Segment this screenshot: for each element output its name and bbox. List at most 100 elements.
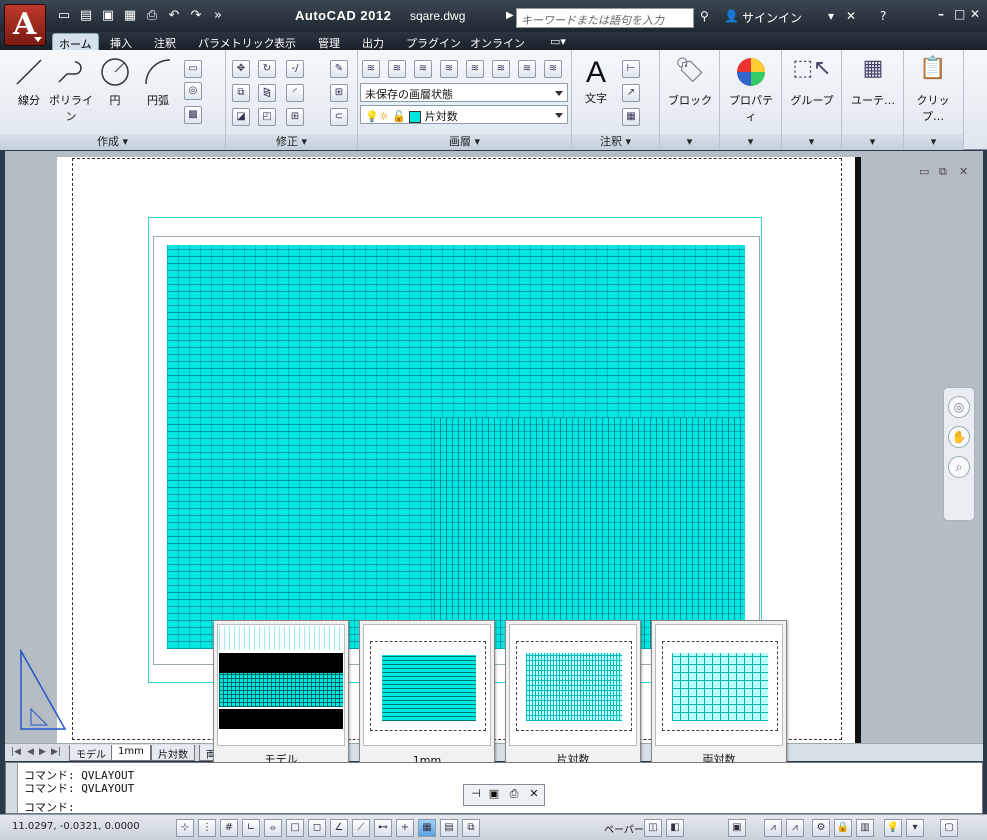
- panel-modify-title[interactable]: 修正 ▾: [226, 134, 357, 150]
- layout-preview-loglog[interactable]: 両対数: [651, 620, 787, 772]
- layout-preview-semilog[interactable]: 片対数: [505, 620, 641, 772]
- ribbon-toggle-icon[interactable]: ▭▾: [544, 33, 572, 50]
- first-tab-icon[interactable]: |◀: [11, 747, 21, 757]
- 3d-osnap-icon[interactable]: ◻: [308, 819, 326, 837]
- tab-view[interactable]: 表示: [268, 33, 302, 50]
- new-layout-icon[interactable]: ▣: [486, 787, 502, 803]
- tab-manage[interactable]: 管理: [312, 33, 346, 50]
- erase-icon[interactable]: ✎: [330, 60, 348, 78]
- utilities-tool[interactable]: ▦ ユーテ…: [848, 56, 898, 108]
- tab-online[interactable]: オンライン: [464, 33, 531, 50]
- panel-block-expander[interactable]: ▾: [660, 134, 719, 150]
- publish-icon[interactable]: ⎙: [506, 787, 522, 803]
- help-icon[interactable]: ?: [880, 9, 886, 23]
- copy-icon[interactable]: ⧉: [232, 84, 250, 102]
- osnap-icon[interactable]: □: [286, 819, 304, 837]
- application-menu-button[interactable]: A: [4, 4, 46, 46]
- fillet-icon[interactable]: ◜: [286, 84, 304, 102]
- snap-mode-icon[interactable]: ⋮: [198, 819, 216, 837]
- layer-properties-icon[interactable]: ≋: [362, 60, 380, 78]
- print-icon[interactable]: ⎙: [144, 8, 160, 23]
- tab-plugins[interactable]: プラグイン: [400, 33, 467, 50]
- play-arrow-icon[interactable]: ▶: [506, 10, 514, 21]
- panel-group-expander[interactable]: ▾: [782, 134, 841, 150]
- dropdown-icon[interactable]: ▾: [828, 9, 834, 23]
- move-icon[interactable]: ✥: [232, 60, 250, 78]
- lineweight-icon[interactable]: +: [396, 819, 414, 837]
- save-as-icon[interactable]: ▦: [122, 8, 138, 23]
- layer-off-icon[interactable]: ≋: [414, 60, 432, 78]
- layout-tab-model[interactable]: モデル: [69, 745, 113, 761]
- group-tool[interactable]: ⬚↖ グループ: [787, 56, 837, 108]
- offset-icon[interactable]: ⊂: [330, 108, 348, 126]
- quick-view-drawings-icon[interactable]: ◧: [666, 819, 684, 837]
- panel-properties-expander[interactable]: ▾: [720, 134, 781, 150]
- layer-dropdown[interactable]: 💡☼ 🔓 片対数: [360, 105, 568, 124]
- layer-state-icon[interactable]: ≋: [388, 60, 406, 78]
- layer-isolate-icon[interactable]: ≋: [440, 60, 458, 78]
- doc-minimize-icon[interactable]: ▭: [919, 165, 929, 178]
- zoom-icon[interactable]: ⌕: [948, 456, 970, 478]
- panel-annotation-title[interactable]: 注釈 ▾: [572, 134, 659, 150]
- tab-output[interactable]: 出力: [356, 33, 390, 50]
- layer-match-icon[interactable]: ≋: [518, 60, 536, 78]
- next-tab-icon[interactable]: ▶: [39, 747, 46, 757]
- layer-freeze-icon[interactable]: ≋: [466, 60, 484, 78]
- transparency-icon[interactable]: ▦: [418, 819, 436, 837]
- otrack-icon[interactable]: ∠: [330, 819, 348, 837]
- layout-tab-1mm[interactable]: 1mm: [111, 745, 151, 761]
- layer-state-dropdown[interactable]: 未保存の画層状態: [360, 83, 568, 102]
- close-previews-icon[interactable]: ✕: [526, 787, 542, 803]
- rectangle-icon[interactable]: ▭: [184, 60, 202, 78]
- lock-ui-icon[interactable]: 🔒: [834, 819, 852, 837]
- rotate-icon[interactable]: ↻: [258, 60, 276, 78]
- hardware-acceleration-icon[interactable]: ▥: [856, 819, 874, 837]
- exchange-icon[interactable]: ✕: [846, 9, 856, 23]
- clean-screen-icon[interactable]: ▢: [940, 819, 958, 837]
- explode-icon[interactable]: ⊞: [330, 84, 348, 102]
- workspace-icon[interactable]: ⚙: [812, 819, 830, 837]
- grid-display-icon[interactable]: #: [220, 819, 238, 837]
- minimize-icon[interactable]: –: [938, 7, 944, 21]
- panel-utilities-expander[interactable]: ▾: [842, 134, 903, 150]
- quick-view-layouts-icon[interactable]: ◫: [644, 819, 662, 837]
- doc-restore-icon[interactable]: ⧉: [939, 165, 947, 179]
- stretch-icon[interactable]: ◪: [232, 108, 250, 126]
- prev-tab-icon[interactable]: ◀: [27, 747, 34, 757]
- layout-preview-1mm[interactable]: 1mm: [359, 620, 495, 772]
- isolate-objects-icon[interactable]: 💡: [884, 819, 902, 837]
- leader-icon[interactable]: ↗: [622, 84, 640, 102]
- dimension-icon[interactable]: ⊢: [622, 60, 640, 78]
- polar-icon[interactable]: ⦵: [264, 819, 282, 837]
- annotation-visibility-icon[interactable]: ⩘: [786, 819, 804, 837]
- hatch-icon[interactable]: ▩: [184, 106, 202, 124]
- search-input[interactable]: キーワードまたは語句を入力: [516, 8, 694, 28]
- doc-close-icon[interactable]: ✕: [959, 165, 968, 178]
- table-icon[interactable]: ▦: [622, 108, 640, 126]
- maximize-icon[interactable]: □: [954, 7, 965, 21]
- tab-home[interactable]: ホーム: [52, 33, 99, 51]
- open-icon[interactable]: ▤: [78, 8, 94, 23]
- ortho-icon[interactable]: ∟: [242, 819, 260, 837]
- annotation-scale-icon[interactable]: ⩘: [764, 819, 782, 837]
- layer-walk-icon[interactable]: ≋: [544, 60, 562, 78]
- status-menu-icon[interactable]: ▾: [906, 819, 924, 837]
- redo-icon[interactable]: ↷: [188, 8, 204, 23]
- maximize-viewport-icon[interactable]: ▣: [728, 819, 746, 837]
- ellipse-icon[interactable]: ◎: [184, 82, 202, 100]
- trim-icon[interactable]: -/: [286, 60, 304, 78]
- panel-draw-title[interactable]: 作成 ▾: [0, 134, 225, 150]
- pan-icon[interactable]: ✋: [948, 426, 970, 448]
- quick-properties-icon[interactable]: ▤: [440, 819, 458, 837]
- mirror-icon[interactable]: ⧎: [258, 84, 276, 102]
- layout-tab-semilog[interactable]: 片対数: [151, 745, 195, 761]
- dyn-icon[interactable]: ⊷: [374, 819, 392, 837]
- clipboard-tool[interactable]: 📋 クリップ…: [908, 56, 958, 124]
- last-tab-icon[interactable]: ▶|: [51, 747, 61, 757]
- pin-icon[interactable]: ⊣: [468, 787, 484, 803]
- command-window-handle[interactable]: [6, 763, 18, 813]
- selection-cycling-icon[interactable]: ⧉: [462, 819, 480, 837]
- infer-constraints-icon[interactable]: ⊹: [176, 819, 194, 837]
- panel-layers-title[interactable]: 画層 ▾: [358, 134, 571, 150]
- undo-icon[interactable]: ↶: [166, 8, 182, 23]
